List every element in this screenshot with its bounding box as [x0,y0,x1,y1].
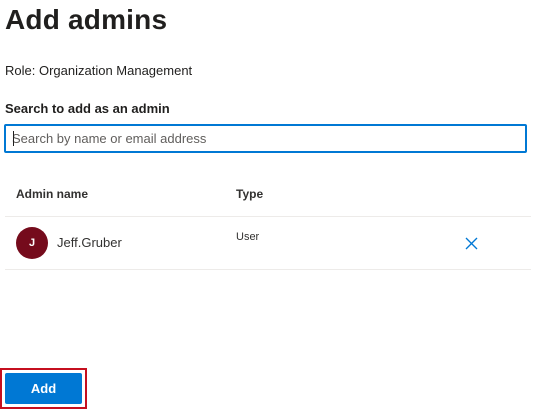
admin-type: User [236,231,260,243]
page-title: Add admins [5,4,168,35]
admin-name: Jeff.Gruber [57,235,122,250]
text-caret [13,131,14,146]
column-header-admin-name: Admin name [16,187,89,201]
search-label: Search to add as an admin [5,101,170,116]
add-button[interactable]: Add [5,373,82,404]
table-header: Admin name Type [5,172,531,217]
role-text: Role: Organization Management [5,63,193,78]
search-box[interactable] [4,124,527,153]
remove-admin-button[interactable] [461,233,481,253]
add-button-highlight: Add [0,368,87,409]
search-input[interactable] [6,126,525,151]
avatar: J [16,227,48,259]
avatar-initial: J [28,237,36,249]
column-header-type: Type [236,187,264,201]
table-row: J Jeff.Gruber User [5,217,531,270]
close-icon [465,237,477,249]
add-admins-panel: Add admins Role: Organization Management… [0,0,537,411]
